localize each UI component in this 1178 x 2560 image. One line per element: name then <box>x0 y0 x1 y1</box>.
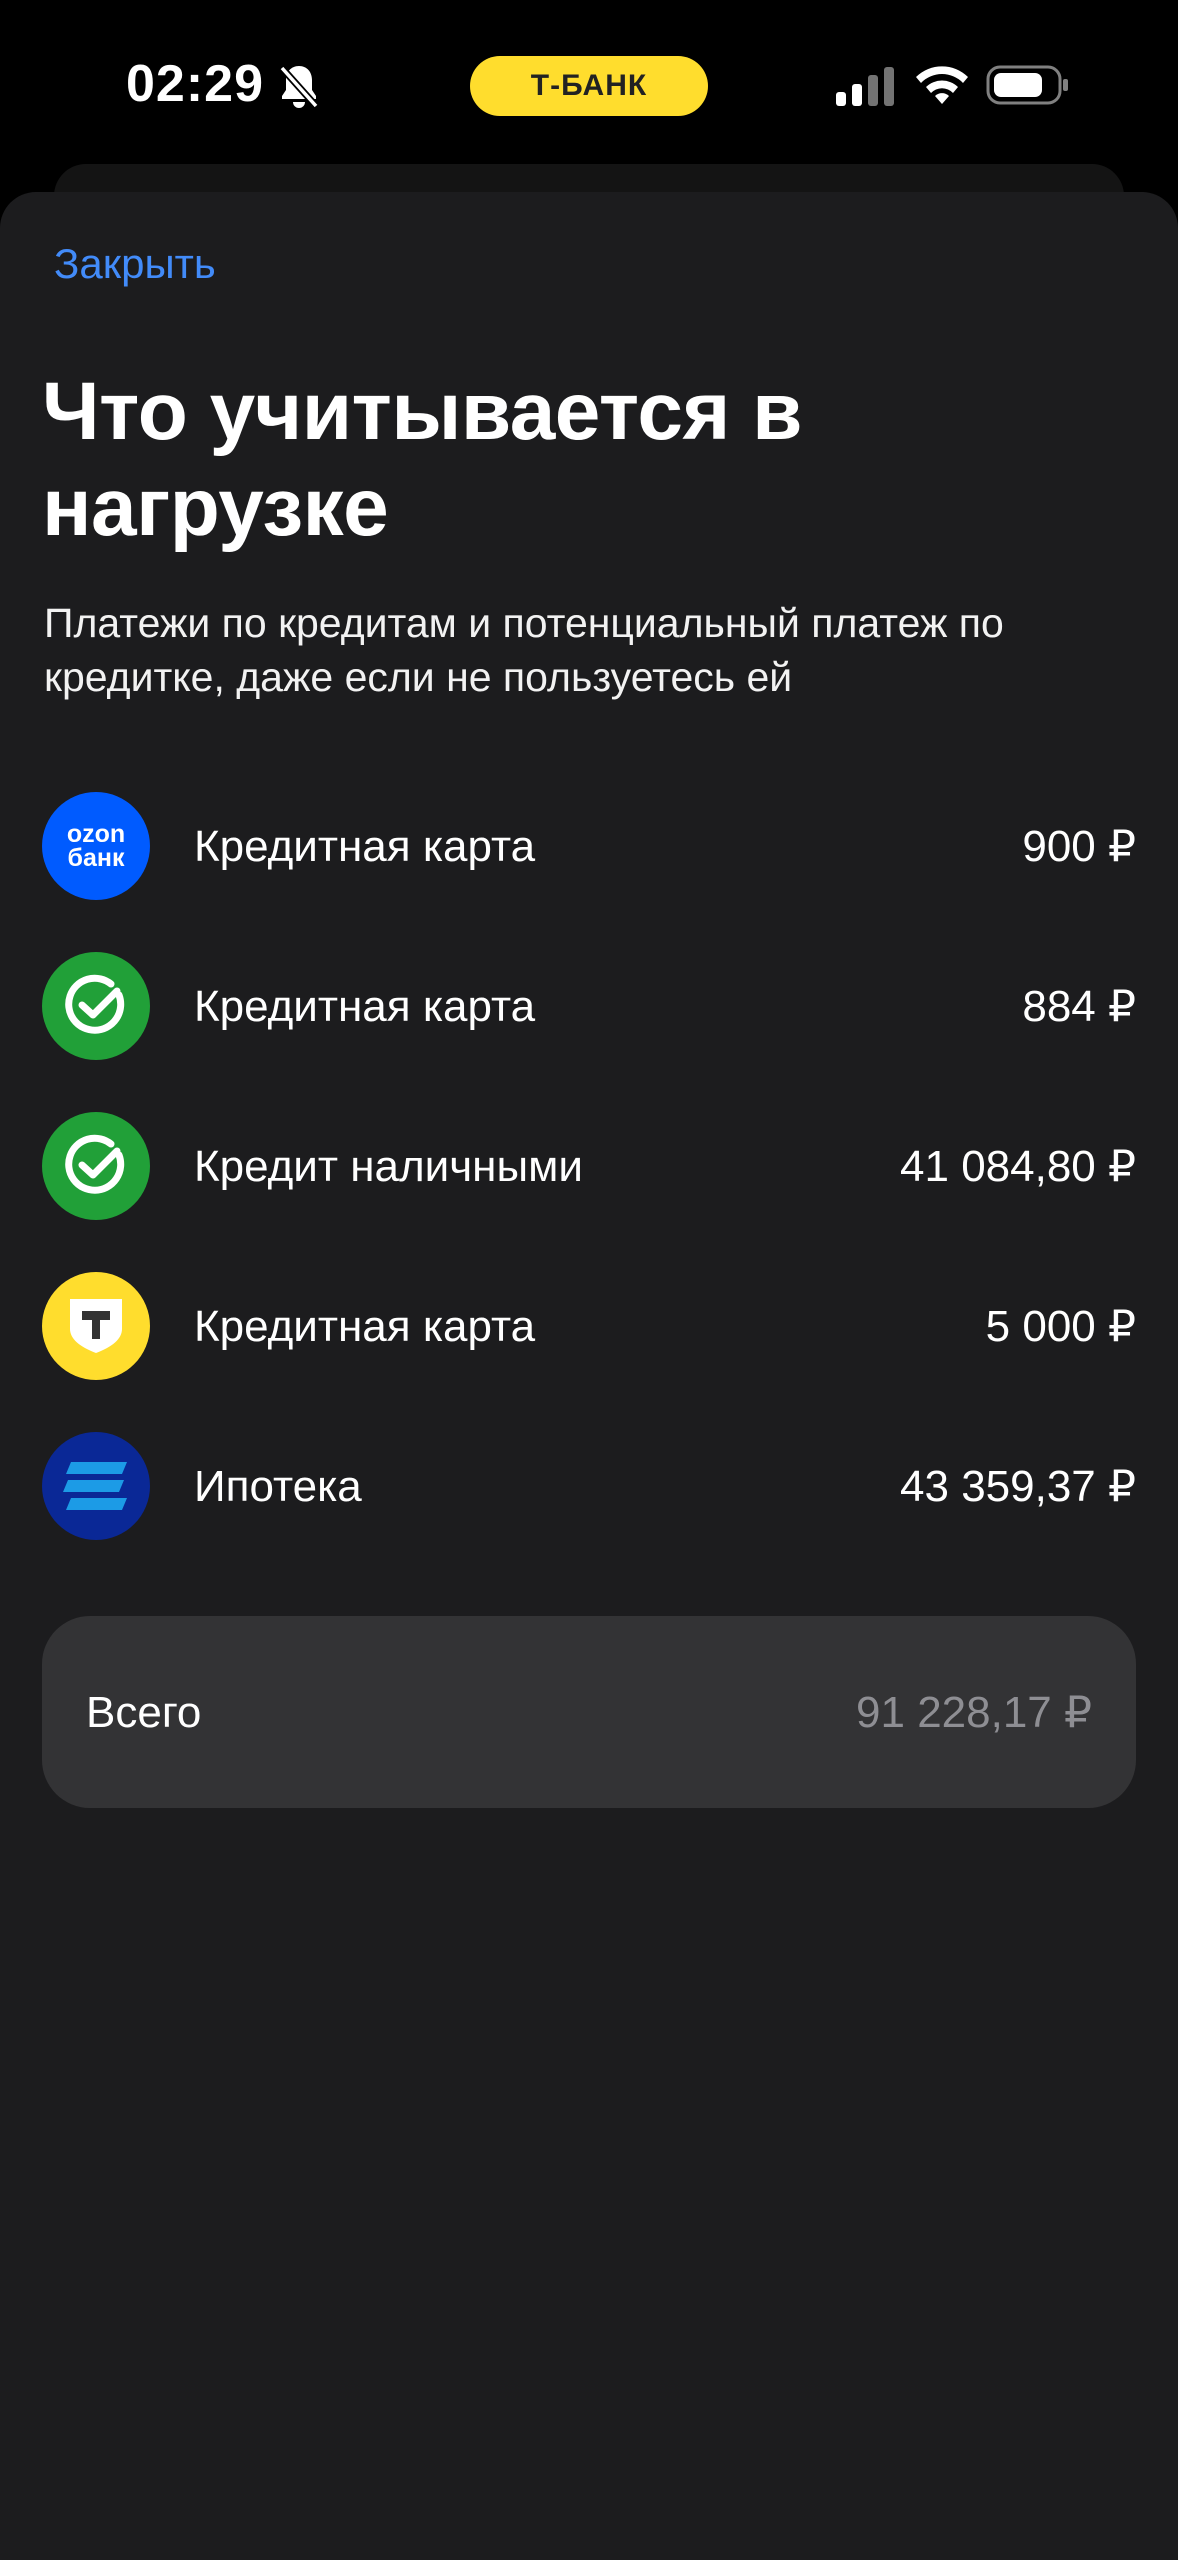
item-label: Кредит наличными <box>194 1142 583 1191</box>
item-label: Кредитная карта <box>194 822 536 871</box>
t-bank-logo-icon <box>42 1272 150 1380</box>
bottom-sheet: Закрыть Что учитывается в нагрузке Плате… <box>0 192 1178 2560</box>
total-card: Всего 91 228,17 ₽ <box>42 1616 1136 1808</box>
ozon-bank-logo-icon: ozon банк <box>42 792 150 900</box>
vtb-logo-icon <box>42 1432 150 1540</box>
list-item[interactable]: ozon банк Кредитная карта 900 ₽ <box>42 792 1136 952</box>
bell-off-icon <box>279 65 319 109</box>
list-item[interactable]: Кредитная карта 884 ₽ <box>42 952 1136 1112</box>
sheet-title: Что учитывается в нагрузке <box>42 366 803 553</box>
list-item[interactable]: Кредитная карта 5 000 ₽ <box>42 1272 1136 1432</box>
total-amount: 91 228,17 ₽ <box>856 1688 1092 1737</box>
item-label: Кредитная карта <box>194 982 536 1031</box>
item-amount: 884 ₽ <box>1022 982 1136 1031</box>
status-bar: 02:29 Т-БАНК <box>0 0 1178 170</box>
sheet-subtitle: Платежи по кредитам и потенциальный плат… <box>44 600 1004 700</box>
item-amount: 900 ₽ <box>1022 822 1136 871</box>
item-amount: 5 000 ₽ <box>985 1302 1136 1351</box>
sber-logo-icon <box>42 952 150 1060</box>
total-label: Всего <box>86 1688 202 1737</box>
list-item[interactable]: Ипотека 43 359,37 ₽ <box>42 1432 1136 1592</box>
debt-list: ozon банк Кредитная карта 900 ₽ Кредитна… <box>42 792 1136 1592</box>
list-item[interactable]: Кредит наличными 41 084,80 ₽ <box>42 1112 1136 1272</box>
item-amount: 43 359,37 ₽ <box>900 1462 1136 1511</box>
close-button[interactable]: Закрыть <box>54 238 216 290</box>
item-label: Ипотека <box>194 1462 362 1511</box>
screen: 02:29 Т-БАНК Закрыть Что учитывается в н… <box>0 0 1178 2560</box>
status-time: 02:29 <box>126 55 264 113</box>
wifi-icon <box>916 66 968 104</box>
item-amount: 41 084,80 ₽ <box>900 1142 1136 1191</box>
sber-logo-icon <box>42 1112 150 1220</box>
battery-icon <box>986 65 1068 105</box>
cellular-signal-icon <box>836 67 894 106</box>
bank-pill[interactable]: Т-БАНК <box>470 56 708 116</box>
item-label: Кредитная карта <box>194 1302 536 1351</box>
